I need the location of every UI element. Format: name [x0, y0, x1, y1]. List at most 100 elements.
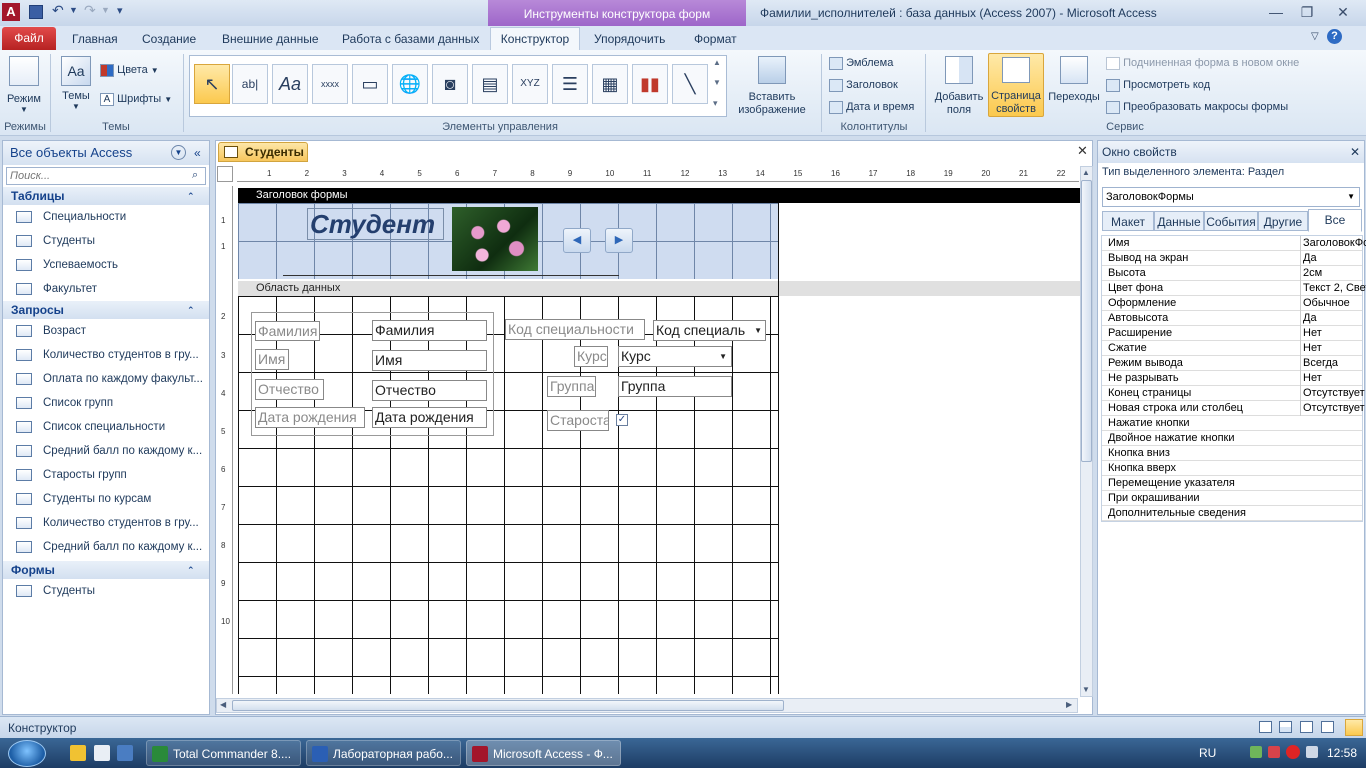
- access-app-icon[interactable]: A: [2, 3, 20, 21]
- nav-header[interactable]: Все объекты Access ▼ «: [3, 141, 209, 165]
- group-label[interactable]: Группа: [547, 376, 596, 397]
- view-code-button[interactable]: Просмотреть код: [1106, 75, 1210, 95]
- form-title-label[interactable]: Студент: [307, 208, 444, 240]
- chart-control-icon[interactable]: ▮▮: [632, 64, 668, 104]
- chevron-down-icon[interactable]: ▼: [719, 348, 727, 366]
- property-value[interactable]: Отсутствует: [1300, 401, 1366, 416]
- specialty-code-label[interactable]: Код специальности: [505, 319, 645, 340]
- search-icon[interactable]: ⌕: [192, 169, 198, 182]
- course-combobox[interactable]: Курс ▼: [618, 346, 732, 367]
- tab-file[interactable]: Файл: [2, 27, 56, 50]
- surname-label[interactable]: Фамилия: [255, 321, 320, 341]
- patronymic-textbox[interactable]: Отчество: [372, 380, 487, 401]
- property-value[interactable]: Нет: [1300, 326, 1366, 341]
- vertical-scroll-thumb[interactable]: [1081, 180, 1092, 462]
- previous-record-button[interactable]: ◀: [563, 228, 591, 253]
- property-row[interactable]: Автовысота Да: [1102, 311, 1362, 326]
- nav-section-forms[interactable]: Формы ⌃: [3, 561, 209, 579]
- collapse-section-icon[interactable]: ⌃: [187, 561, 195, 579]
- tab-format[interactable]: Формат: [686, 28, 745, 50]
- page-break-control-icon[interactable]: ☰: [552, 64, 588, 104]
- web-browser-control-icon[interactable]: ◙: [432, 64, 468, 104]
- property-row[interactable]: Высота 2см: [1102, 266, 1362, 281]
- hyperlink-control-icon[interactable]: 🌐: [392, 64, 428, 104]
- layout-view-icon[interactable]: [1300, 721, 1313, 733]
- nav-item-table[interactable]: Студенты: [3, 229, 209, 253]
- object-selector[interactable]: ЗаголовокФормы ▼: [1102, 187, 1360, 207]
- option-group-control-icon[interactable]: XYZ: [512, 64, 548, 104]
- save-icon[interactable]: [29, 5, 43, 19]
- property-value[interactable]: Нет: [1300, 341, 1366, 356]
- taskbar-item-total-commander[interactable]: Total Commander 8....: [146, 740, 301, 766]
- scroll-right-icon[interactable]: ▶: [1066, 700, 1072, 709]
- convert-macros-button[interactable]: Преобразовать макросы формы: [1106, 97, 1288, 117]
- nav-item-query[interactable]: Количество студентов в гру...: [3, 343, 209, 367]
- group-textbox[interactable]: Группа: [618, 376, 732, 397]
- fonts-button[interactable]: A Шрифты ▼: [100, 89, 172, 109]
- collapse-section-icon[interactable]: ⌃: [187, 301, 195, 319]
- property-value[interactable]: Отсутствует: [1300, 386, 1366, 401]
- tab-create[interactable]: Создание: [134, 28, 204, 50]
- select-pointer-icon[interactable]: ↖: [194, 64, 230, 104]
- button-control-icon[interactable]: xxxx: [312, 64, 348, 104]
- nav-item-query[interactable]: Студенты по курсам: [3, 487, 209, 511]
- property-row[interactable]: Режим вывода Всегда: [1102, 356, 1362, 371]
- form-logo-image[interactable]: [452, 207, 538, 271]
- line-control-icon[interactable]: ╲: [672, 64, 708, 104]
- scroll-down-icon[interactable]: ▼: [1082, 685, 1090, 694]
- detail-section-bar[interactable]: Область данных: [238, 281, 1080, 296]
- logo-button[interactable]: Эмблема: [829, 53, 893, 73]
- property-value[interactable]: Да: [1300, 251, 1366, 266]
- nav-item-query[interactable]: Средний балл по каждому к...: [3, 439, 209, 463]
- specialty-code-combobox[interactable]: Код специаль ▼: [653, 320, 766, 341]
- tray-network-icon[interactable]: [1250, 746, 1262, 758]
- property-value[interactable]: Текст 2, Светлее 80%: [1300, 281, 1366, 296]
- collapse-pane-icon[interactable]: «: [194, 141, 201, 165]
- insert-image-button[interactable]: Вставить изображение: [730, 56, 814, 117]
- close-document-icon[interactable]: ✕: [1077, 143, 1088, 159]
- birth-date-label[interactable]: Дата рождения: [255, 407, 365, 428]
- restore-icon[interactable]: ❐: [1293, 2, 1321, 22]
- colors-button[interactable]: Цвета ▼: [100, 60, 159, 80]
- nav-item-query[interactable]: Оплата по каждому факульт...: [3, 367, 209, 391]
- nav-item-query[interactable]: Средний балл по каждому к...: [3, 535, 209, 559]
- birth-date-textbox[interactable]: Дата рождения: [372, 407, 487, 428]
- horizontal-scroll-thumb[interactable]: [232, 700, 784, 711]
- help-icon[interactable]: ?: [1327, 29, 1342, 44]
- label-control-icon[interactable]: Aa: [272, 64, 308, 104]
- ruler-corner[interactable]: [217, 166, 233, 182]
- chevron-down-icon[interactable]: ▼: [171, 145, 186, 160]
- chevron-down-icon[interactable]: ▼: [69, 5, 78, 15]
- nav-item-query[interactable]: Список специальности: [3, 415, 209, 439]
- document-tab[interactable]: Студенты: [218, 142, 308, 162]
- quick-launch-icon[interactable]: [70, 745, 86, 761]
- title-button[interactable]: Заголовок: [829, 75, 898, 95]
- property-row[interactable]: При окрашивании: [1102, 491, 1362, 506]
- nav-item-table[interactable]: Специальности: [3, 205, 209, 229]
- themes-button[interactable]: Aa Темы ▼: [58, 56, 94, 111]
- tab-layout[interactable]: Макет: [1102, 211, 1154, 231]
- property-sheet-button[interactable]: Страница свойств: [988, 53, 1044, 117]
- design-view-icon[interactable]: [1345, 719, 1363, 736]
- tab-order-button[interactable]: Переходы: [1046, 56, 1102, 103]
- chevron-down-icon[interactable]: ▼: [1347, 188, 1355, 206]
- property-row[interactable]: Вывод на экран Да: [1102, 251, 1362, 266]
- property-row[interactable]: Нажатие кнопки: [1102, 416, 1362, 431]
- property-value[interactable]: Всегда: [1300, 356, 1366, 371]
- surname-textbox[interactable]: Фамилия: [372, 320, 487, 341]
- quick-launch-icon[interactable]: [94, 745, 110, 761]
- property-row[interactable]: Оформление Обычное: [1102, 296, 1362, 311]
- property-value[interactable]: Обычное: [1300, 296, 1366, 311]
- nav-item-table[interactable]: Факультет: [3, 277, 209, 301]
- language-indicator[interactable]: RU: [1199, 746, 1216, 760]
- name-textbox[interactable]: Имя: [372, 350, 487, 371]
- combo-box-control-icon[interactable]: ▦: [592, 64, 628, 104]
- tray-alert-icon[interactable]: [1286, 745, 1300, 759]
- nav-item-query[interactable]: Возраст: [3, 319, 209, 343]
- pivot-view-icon[interactable]: [1321, 721, 1334, 733]
- gallery-scroll-up-icon[interactable]: ▲: [713, 58, 721, 67]
- property-row[interactable]: Кнопка вверх: [1102, 461, 1362, 476]
- property-row[interactable]: Кнопка вниз: [1102, 446, 1362, 461]
- head-student-label[interactable]: Староста: [547, 410, 609, 431]
- nav-item-query[interactable]: Количество студентов в гру...: [3, 511, 209, 535]
